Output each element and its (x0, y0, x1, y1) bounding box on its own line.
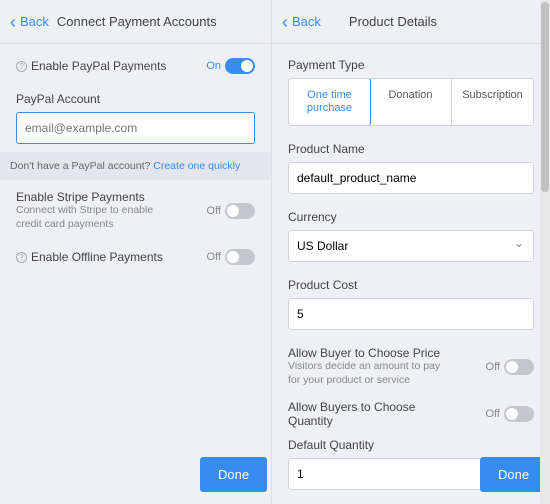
paypal-toggle[interactable]: On (206, 58, 255, 74)
product-details-panel: Back Product Details Payment Type One ti… (272, 0, 550, 504)
currency-select[interactable]: US Dollar (288, 230, 534, 262)
done-button-left[interactable]: Done (200, 457, 267, 492)
product-name-label: Product Name (288, 142, 534, 156)
title-left: Connect Payment Accounts (57, 14, 217, 29)
paypal-enable-label: ?Enable PayPal Payments (16, 59, 166, 73)
seg-onetime[interactable]: One time purchase (288, 78, 371, 126)
cost-label: Product Cost (288, 278, 534, 292)
allow-qty-label: Allow Buyers to Choose Quantity (288, 400, 428, 428)
seg-donation[interactable]: Donation (370, 79, 452, 125)
header-left: Back Connect Payment Accounts (0, 0, 271, 44)
currency-label: Currency (288, 210, 534, 224)
help-icon[interactable]: ? (16, 252, 27, 263)
help-icon[interactable]: ? (16, 61, 27, 72)
product-name-input[interactable] (288, 162, 534, 194)
body-left: ?Enable PayPal Payments On PayPal Accoun… (0, 44, 271, 504)
header-right: Back Product Details (272, 0, 550, 44)
default-qty-label: Default Quantity (288, 438, 534, 452)
scrollbar-thumb[interactable] (541, 2, 549, 192)
cost-input[interactable] (288, 298, 534, 330)
payment-type-segmented: One time purchase Donation Subscription (288, 78, 534, 126)
allow-price-label: Allow Buyer to Choose Price (288, 346, 448, 360)
paypal-email-input[interactable] (16, 112, 255, 144)
seg-subscription[interactable]: Subscription (452, 79, 533, 125)
back-button-right[interactable]: Back (282, 13, 321, 31)
title-right: Product Details (349, 14, 437, 29)
paypal-hint: Don't have a PayPal account? Create one … (0, 152, 271, 180)
allow-price-toggle[interactable]: Off (486, 359, 534, 375)
stripe-toggle[interactable]: Off (207, 203, 255, 219)
done-button-right[interactable]: Done (480, 457, 547, 492)
stripe-sublabel: Connect with Stripe to enable credit car… (16, 204, 176, 231)
stripe-label: Enable Stripe Payments (16, 190, 176, 204)
offline-toggle[interactable]: Off (207, 249, 255, 265)
scrollbar-track[interactable] (540, 0, 550, 504)
allow-price-sublabel: Visitors decide an amount to pay for you… (288, 360, 448, 387)
body-right: Payment Type One time purchase Donation … (272, 44, 550, 504)
payment-type-label: Payment Type (288, 58, 534, 72)
offline-label: ?Enable Offline Payments (16, 250, 163, 264)
back-button-left[interactable]: Back (10, 13, 49, 31)
payment-accounts-panel: Back Connect Payment Accounts ?Enable Pa… (0, 0, 272, 504)
create-paypal-link[interactable]: Create one quickly (153, 160, 240, 172)
paypal-account-label: PayPal Account (16, 92, 255, 106)
allow-qty-toggle[interactable]: Off (486, 406, 534, 422)
